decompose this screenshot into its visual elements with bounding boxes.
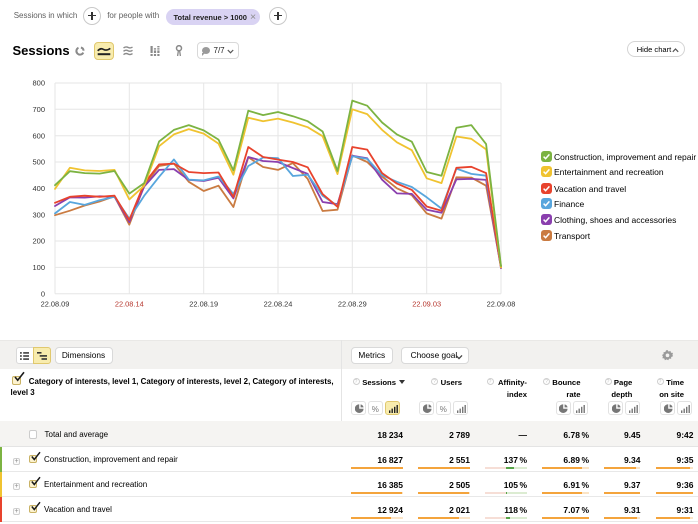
svg-text:700: 700 [32, 105, 45, 114]
svg-text:300: 300 [32, 210, 45, 219]
svg-text:600: 600 [32, 131, 45, 140]
svg-text:22.08.24: 22.08.24 [264, 300, 293, 309]
svg-text:22.08.14: 22.08.14 [115, 300, 144, 309]
svg-text:500: 500 [32, 158, 45, 167]
svg-text:800: 800 [32, 79, 45, 88]
svg-text:22.09.08: 22.09.08 [487, 300, 516, 309]
svg-text:22.08.19: 22.08.19 [189, 300, 218, 309]
svg-text:400: 400 [32, 184, 45, 193]
svg-text:100: 100 [32, 263, 45, 272]
svg-text:0: 0 [41, 289, 45, 298]
svg-text:22.08.09: 22.08.09 [41, 300, 70, 309]
svg-text:200: 200 [32, 237, 45, 246]
svg-text:22.09.03: 22.09.03 [412, 300, 441, 309]
svg-text:22.08.29: 22.08.29 [338, 300, 367, 309]
